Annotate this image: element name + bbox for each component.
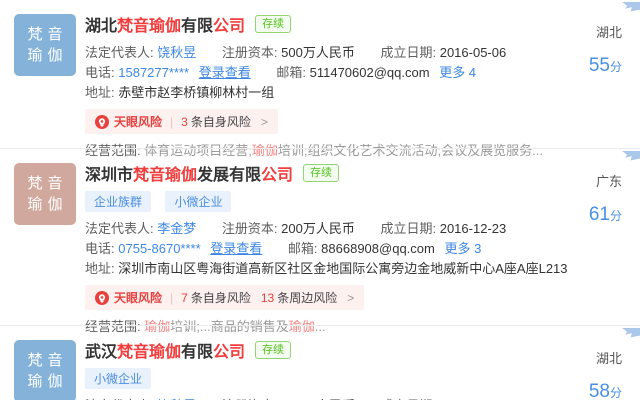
pill-divider: | bbox=[170, 114, 174, 129]
address-label: 地址: bbox=[85, 85, 115, 100]
address-value: 深圳市南山区粤海街道高新区社区金地国际公寓旁边金地威新中心A座A座L213 bbox=[118, 261, 568, 276]
tag-enterprise-group[interactable]: 企业族群 bbox=[85, 191, 152, 212]
chevron-right-icon: > bbox=[260, 114, 268, 129]
logo-text: 瑜伽 bbox=[27, 196, 68, 213]
company-name-link[interactable]: 湖北梵音瑜伽有限公司 bbox=[85, 12, 245, 36]
legal-rep-label: 法定代表人: bbox=[85, 45, 154, 60]
risk-pill[interactable]: 天眼风险 | 3 条自身风险 > bbox=[85, 109, 278, 134]
est-date-label: 成立日期: bbox=[380, 45, 437, 60]
logo-text: 梵音 bbox=[27, 352, 68, 369]
est-date-value: 2016-05-06 bbox=[439, 45, 507, 60]
risk-count: 7 bbox=[181, 290, 188, 305]
score-link[interactable]: 58分 bbox=[568, 381, 622, 400]
risk-count: 13 bbox=[260, 290, 275, 305]
risk-label: 条自身风险 bbox=[190, 115, 251, 129]
pill-divider: | bbox=[170, 290, 174, 305]
reg-capital-value: 200万人民币 bbox=[281, 221, 355, 236]
reg-capital-label: 注册资本: bbox=[221, 221, 278, 236]
logo-text: 梵音 bbox=[27, 175, 68, 192]
logo-text: 瑜伽 bbox=[27, 47, 68, 64]
province-label: 广东 bbox=[595, 174, 622, 189]
company-logo[interactable]: 梵音 瑜伽 bbox=[14, 14, 76, 76]
email-label: 邮箱: bbox=[287, 241, 318, 256]
email-value: 511470602@qq.com bbox=[309, 65, 430, 80]
tag-small-micro[interactable]: 小微企业 bbox=[165, 191, 232, 212]
legal-rep-label: 法定代表人: bbox=[85, 221, 154, 236]
login-view-link[interactable]: 登录查看 bbox=[199, 65, 251, 80]
legal-rep-link[interactable]: 李金梦 bbox=[157, 221, 196, 236]
email-value: 88668908@qq.com bbox=[321, 241, 435, 256]
score-link[interactable]: 61分 bbox=[568, 204, 622, 226]
chevron-right-icon: > bbox=[347, 290, 355, 305]
address-label: 地址: bbox=[85, 261, 115, 276]
risk-label: 条自身风险 bbox=[190, 291, 251, 305]
status-badge: 存续 bbox=[255, 341, 292, 359]
reg-capital-label: 注册资本: bbox=[221, 45, 278, 60]
risk-brand-label: 天眼风险 bbox=[114, 115, 163, 129]
province-label: 湖北 bbox=[595, 351, 622, 366]
tianyan-risk-icon bbox=[95, 290, 109, 305]
est-date-value: 2016-12-23 bbox=[439, 221, 507, 236]
risk-pill[interactable]: 天眼风险 | 7 条自身风险 13 条周边风险 > bbox=[85, 285, 365, 310]
phone-label: 电话: bbox=[85, 65, 115, 80]
company-name-link[interactable]: 武汉梵音瑜伽有限公司 bbox=[85, 338, 245, 362]
phone-label: 电话: bbox=[85, 241, 115, 256]
address-value: 赤壁市赵李桥镇柳林村一组 bbox=[118, 85, 275, 100]
company-logo[interactable]: 梵音 瑜伽 bbox=[14, 340, 76, 400]
phone-value[interactable]: 0755-8670**** bbox=[118, 241, 200, 256]
logo-text: 梵音 bbox=[27, 26, 68, 43]
score-link[interactable]: 55分 bbox=[568, 55, 622, 77]
company-card: 梵音 瑜伽 武汉梵音瑜伽有限公司 存续 小微企业 法定代表人: 饶秋昱 注册资本… bbox=[0, 325, 640, 400]
more-link[interactable]: 更多 4 bbox=[439, 65, 476, 80]
risk-label: 条周边风险 bbox=[277, 291, 338, 305]
logo-text: 瑜伽 bbox=[27, 373, 68, 390]
status-badge: 存续 bbox=[303, 164, 340, 182]
login-view-link[interactable]: 登录查看 bbox=[210, 241, 262, 256]
company-card: 梵音 瑜伽 湖北梵音瑜伽有限公司 存续 法定代表人: 饶秋昱 注册资本: 500… bbox=[0, 0, 640, 158]
est-date-label: 成立日期: bbox=[380, 221, 437, 236]
reg-capital-value: 500万人民币 bbox=[281, 45, 355, 60]
legal-rep-link[interactable]: 饶秋昱 bbox=[157, 45, 196, 60]
company-card: 梵音 瑜伽 深圳市梵音瑜伽发展有限公司 存续 企业族群 小微企业 法定代表人: … bbox=[0, 148, 640, 334]
company-name-link[interactable]: 深圳市梵音瑜伽发展有限公司 bbox=[85, 161, 293, 185]
email-label: 邮箱: bbox=[276, 65, 306, 80]
status-badge: 存续 bbox=[255, 15, 292, 33]
company-logo[interactable]: 梵音 瑜伽 bbox=[14, 163, 76, 225]
phone-value[interactable]: 1587277**** bbox=[118, 65, 189, 80]
risk-count: 3 bbox=[181, 114, 188, 129]
tag-small-micro[interactable]: 小微企业 bbox=[85, 368, 152, 389]
more-link[interactable]: 更多 3 bbox=[444, 241, 481, 256]
province-label: 湖北 bbox=[595, 25, 622, 40]
tianyan-risk-icon bbox=[95, 114, 109, 129]
risk-brand-label: 天眼风险 bbox=[114, 291, 163, 305]
